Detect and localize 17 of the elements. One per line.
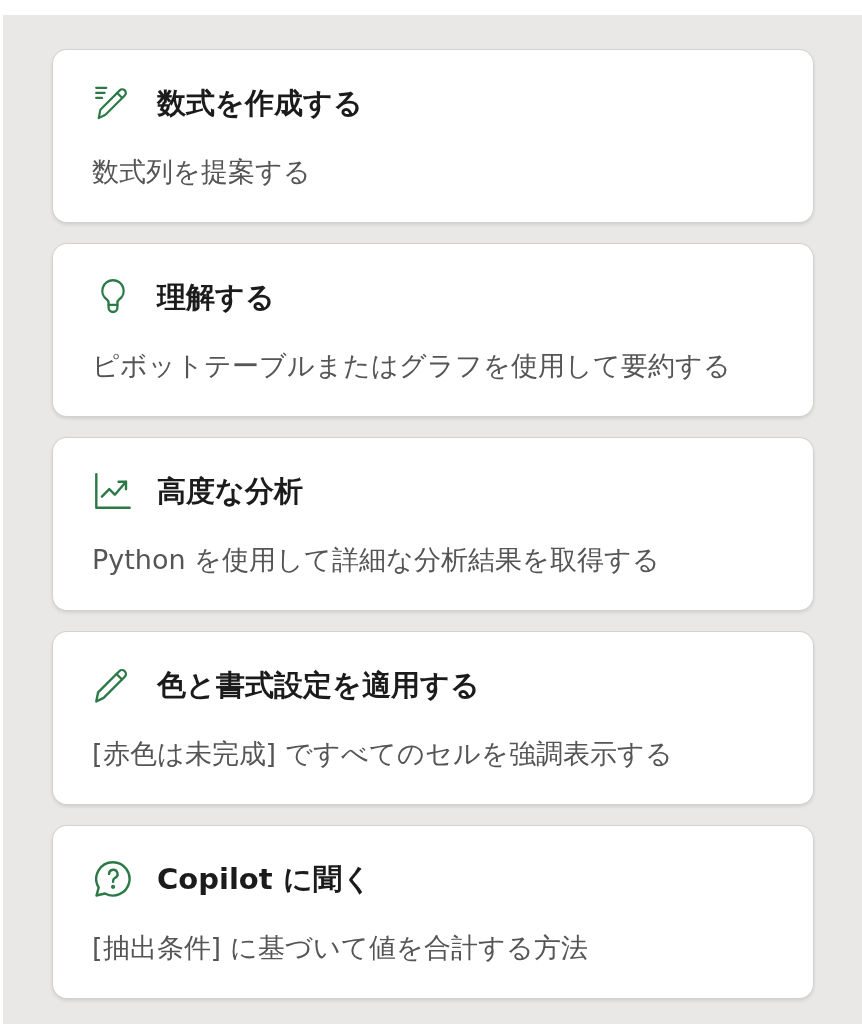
suggestion-card[interactable]: 高度な分析 Python を使用して詳細な分析結果を取得する [53, 438, 813, 610]
card-description: 数式列を提案する [92, 155, 312, 189]
card-title: 理解する [157, 279, 275, 316]
suggestion-card[interactable]: 理解する ピボットテーブルまたはグラフを使用して要約する [53, 244, 813, 416]
card-title: 数式を作成する [157, 85, 363, 122]
card-description: [抽出条件] に基づいて値を合計する方法 [92, 931, 589, 965]
line-chart-icon [95, 473, 131, 509]
card-title: 高度な分析 [157, 473, 303, 510]
suggestion-card[interactable]: 色と書式設定を適用する [赤色は未完成] ですべてのセルを強調表示する [53, 632, 813, 804]
card-description: [赤色は未完成] ですべてのセルを強調表示する [92, 737, 674, 771]
suggestion-card[interactable]: Copilot に聞く [抽出条件] に基づいて値を合計する方法 [53, 826, 813, 998]
card-description: ピボットテーブルまたはグラフを使用して要約する [92, 349, 732, 383]
question-bubble-icon [95, 861, 131, 897]
card-description: Python を使用して詳細な分析結果を取得する [92, 543, 662, 577]
card-title: Copilot に聞く [157, 861, 372, 898]
suggestion-card[interactable]: 数式を作成する 数式列を提案する [53, 50, 813, 222]
card-title: 色と書式設定を適用する [157, 667, 480, 704]
